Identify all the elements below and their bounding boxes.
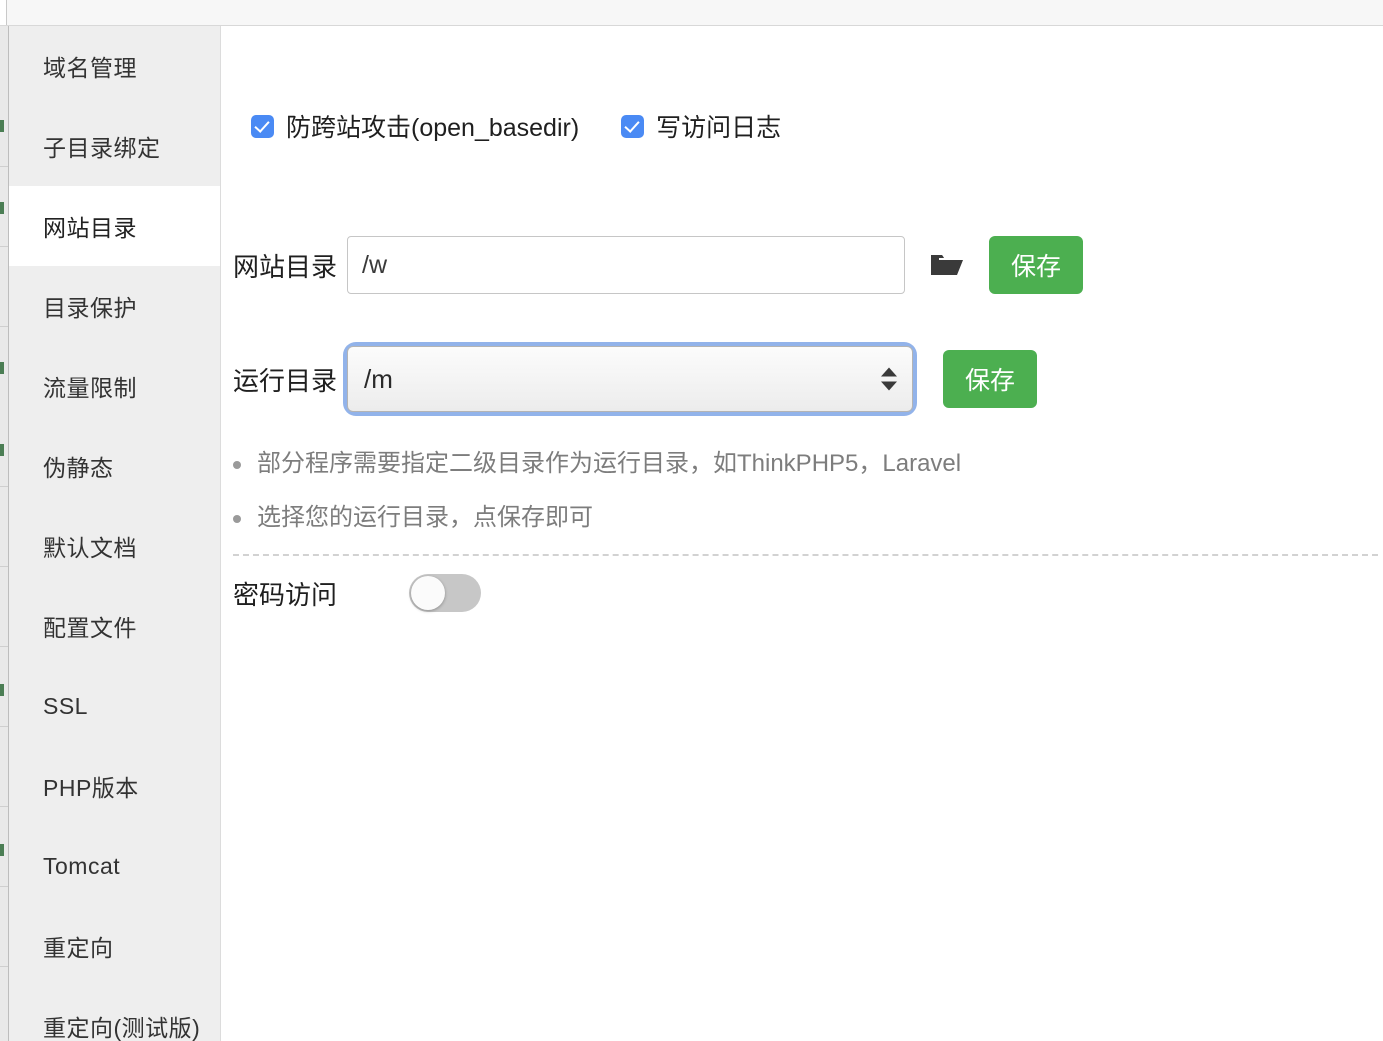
sidebar-item-label: PHP版本: [43, 769, 139, 803]
sidebar-item-label: 流量限制: [43, 369, 137, 403]
sidebar-item-label: 域名管理: [43, 49, 137, 83]
website-directory-save-button[interactable]: 保存: [989, 236, 1083, 294]
sidebar-item-pseudo-static[interactable]: 伪静态: [9, 426, 220, 506]
checkbox-write-access-log-label: 写访问日志: [656, 108, 781, 144]
sidebar-item-label: 配置文件: [43, 609, 137, 643]
sidebar-item-directory-protection[interactable]: 目录保护: [9, 266, 220, 346]
edge-accent-mark: [0, 120, 4, 132]
password-access-row: 密码访问: [233, 574, 481, 612]
checkbox-open-basedir-label: 防跨站攻击(open_basedir): [286, 108, 579, 144]
edge-tick: [0, 806, 9, 807]
sidebar-item-website-directory[interactable]: 网站目录: [9, 186, 220, 266]
hint-text: 部分程序需要指定二级目录作为运行目录，如ThinkPHP5，Laravel: [257, 448, 961, 480]
hint-text: 选择您的运行目录，点保存即可: [257, 502, 593, 534]
sidebar-item-tomcat[interactable]: Tomcat: [9, 826, 220, 906]
edge-tick: [0, 326, 9, 327]
sidebar-item-traffic-limit[interactable]: 流量限制: [9, 346, 220, 426]
sidebar-item-label: 伪静态: [43, 449, 114, 483]
main-content-panel: 防跨站攻击(open_basedir) 写访问日志 网站目录 保存 运行目录 /…: [221, 26, 1383, 1041]
sidebar-item-domain-management[interactable]: 域名管理: [9, 26, 220, 106]
run-directory-select[interactable]: /m: [347, 346, 913, 412]
sidebar-item-label: 网站目录: [43, 209, 137, 243]
hint-list-item: 部分程序需要指定二级目录作为运行目录，如ThinkPHP5，Laravel: [233, 448, 1293, 480]
sidebar-item-redirect-beta[interactable]: 重定向(测试版): [9, 986, 220, 1041]
website-directory-label: 网站目录: [233, 247, 337, 284]
sidebar-item-label: 子目录绑定: [43, 129, 161, 163]
edge-tick: [0, 486, 9, 487]
run-directory-label: 运行目录: [233, 361, 337, 398]
sidebar-item-label: Tomcat: [43, 853, 120, 880]
edge-tick: [0, 726, 9, 727]
hint-list: 部分程序需要指定二级目录作为运行目录，如ThinkPHP5，Laravel 选择…: [233, 448, 1293, 556]
header-left-edge: [0, 0, 7, 26]
toggle-knob: [411, 576, 445, 610]
edge-accent-mark: [0, 684, 4, 696]
section-divider: [233, 554, 1378, 556]
clipped-header-glyph-2: ·: [440, 0, 446, 4]
checkbox-checked-icon[interactable]: [251, 115, 274, 138]
edge-tick: [0, 646, 9, 647]
run-directory-save-button[interactable]: 保存: [943, 350, 1037, 408]
sidebar-item-ssl[interactable]: SSL: [9, 666, 220, 746]
bullet-icon: [233, 515, 241, 523]
sidebar-nav[interactable]: 域名管理 子目录绑定 网站目录 目录保护 流量限制 伪静态 默认文档 配置文件 …: [9, 26, 221, 1041]
sidebar-item-subdirectory-binding[interactable]: 子目录绑定: [9, 106, 220, 186]
sidebar-item-label: 重定向: [43, 929, 114, 963]
run-directory-select-wrapper: /m: [347, 346, 913, 412]
edge-tick: [0, 886, 9, 887]
checkbox-open-basedir[interactable]: 防跨站攻击(open_basedir): [251, 108, 579, 144]
edge-accent-mark: [0, 362, 4, 374]
edge-tick: [0, 566, 9, 567]
sidebar-item-label: SSL: [43, 693, 88, 720]
edge-tick: [0, 966, 9, 967]
edge-accent-mark: [0, 202, 4, 214]
website-directory-input[interactable]: [347, 236, 905, 294]
sidebar-item-label: 重定向(测试版): [43, 1009, 200, 1041]
website-directory-row: 网站目录 保存: [233, 236, 1083, 294]
sidebar-item-php-version[interactable]: PHP版本: [9, 746, 220, 826]
edge-accent-mark: [0, 444, 4, 456]
bullet-icon: [233, 461, 241, 469]
left-edge-strip: [0, 26, 9, 1041]
edge-accent-mark: [0, 844, 4, 856]
run-directory-row: 运行目录 /m 保存: [233, 346, 1037, 412]
clipped-header-glyph-1: ·: [372, 0, 378, 4]
edge-tick: [0, 246, 9, 247]
sidebar-item-default-document[interactable]: 默认文档: [9, 506, 220, 586]
sidebar-item-config-file[interactable]: 配置文件: [9, 586, 220, 666]
hint-list-item: 选择您的运行目录，点保存即可: [233, 502, 1293, 534]
sidebar-item-label: 默认文档: [43, 529, 137, 563]
sidebar-item-redirect[interactable]: 重定向: [9, 906, 220, 986]
password-access-label: 密码访问: [233, 575, 337, 612]
options-checkbox-row: 防跨站攻击(open_basedir) 写访问日志: [251, 108, 781, 144]
password-access-toggle[interactable]: [409, 574, 481, 612]
checkbox-checked-icon[interactable]: [621, 115, 644, 138]
edge-tick: [0, 166, 9, 167]
checkbox-write-access-log[interactable]: 写访问日志: [621, 108, 781, 144]
clipped-header-bar: · ·: [0, 0, 1383, 26]
sidebar-item-label: 目录保护: [43, 289, 137, 323]
folder-open-icon[interactable]: [927, 245, 967, 285]
